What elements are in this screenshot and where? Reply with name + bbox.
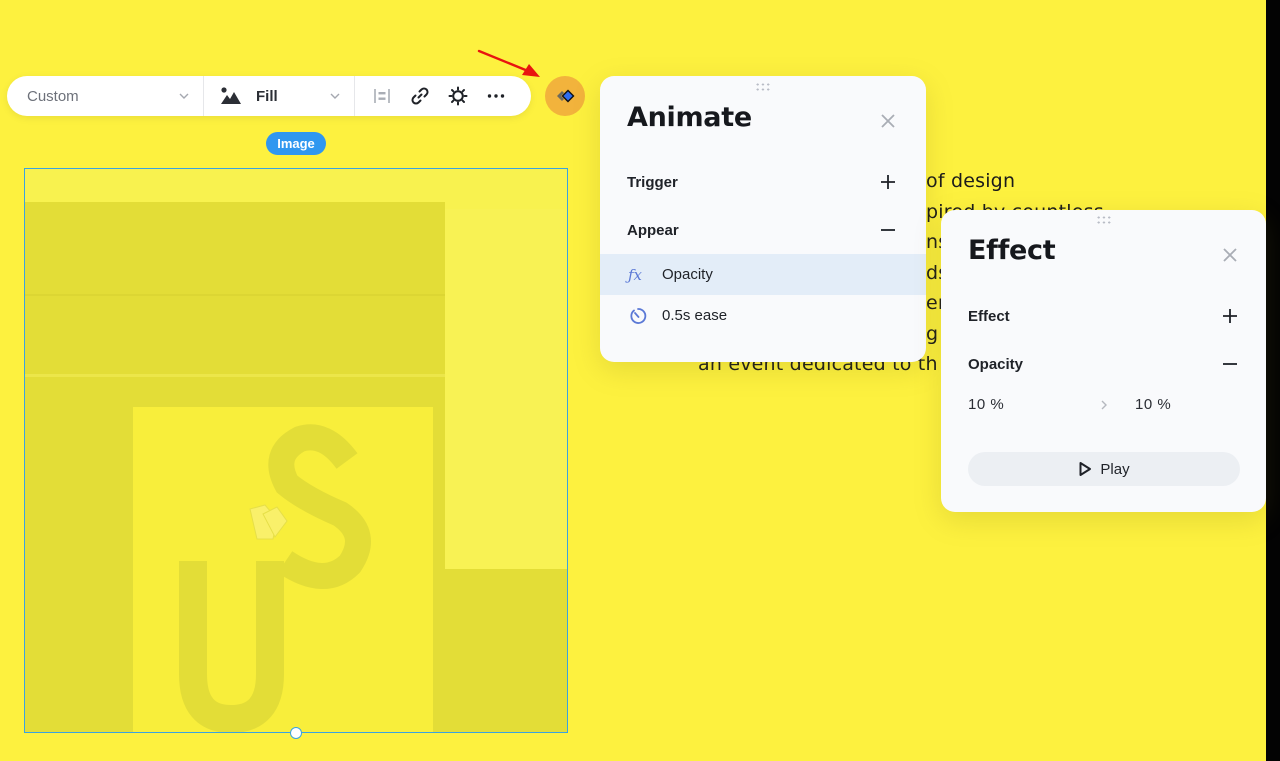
panel-title: Effect (968, 235, 1056, 266)
align-button[interactable] (371, 86, 392, 107)
plus-icon[interactable] (879, 173, 897, 191)
close-icon[interactable] (1221, 246, 1239, 264)
fit-select-value: Fill (256, 87, 278, 105)
play-icon (1079, 462, 1092, 476)
selected-image[interactable] (24, 168, 568, 733)
plus-icon[interactable] (1221, 307, 1239, 325)
animate-button[interactable] (545, 76, 585, 116)
settings-icon (448, 86, 467, 106)
chevron-down-icon (330, 93, 340, 99)
chevron-down-icon (179, 93, 189, 99)
window-edge (1266, 0, 1280, 761)
animation-item-label: 0.5s ease (662, 307, 728, 324)
animate-icon (557, 89, 575, 103)
minus-icon[interactable] (879, 221, 897, 239)
align-icon (373, 89, 390, 103)
timer-icon (630, 307, 647, 324)
element-type-badge: Image (266, 132, 326, 155)
animation-item-timing[interactable]: 0.5s ease (600, 295, 926, 336)
panel-title: Animate (627, 102, 752, 133)
chevron-right-icon (1101, 400, 1107, 410)
drag-handle[interactable] (1095, 215, 1112, 225)
image-toolbar: Custom Fill (7, 76, 531, 116)
link-icon (410, 87, 429, 105)
fx-icon: ƒx (628, 265, 643, 284)
size-select-value: Custom (27, 87, 79, 105)
fit-select[interactable]: Fill (204, 76, 355, 116)
play-button[interactable]: Play (968, 452, 1240, 486)
effect-panel: Effect Effect Opacity 10 % 10 % Play (941, 210, 1266, 512)
animate-panel: Animate Trigger Appear ƒx Opacity 0.5s e… (600, 76, 926, 362)
trigger-label: Trigger (627, 174, 678, 191)
opacity-from-input[interactable]: 10 % (968, 396, 1004, 413)
close-icon[interactable] (879, 112, 897, 130)
opacity-to-input[interactable]: 10 % (1135, 396, 1171, 413)
link-button[interactable] (409, 86, 430, 107)
appear-label: Appear (627, 222, 679, 239)
resize-handle[interactable] (290, 727, 302, 739)
animation-item-label: Opacity (662, 266, 713, 283)
play-label: Play (1100, 460, 1130, 478)
annotation-arrow (477, 49, 540, 77)
drag-handle[interactable] (755, 82, 771, 92)
opacity-label: Opacity (968, 356, 1024, 373)
image-icon (221, 87, 241, 104)
more-icon (487, 94, 504, 98)
image-content (25, 169, 567, 732)
size-select[interactable]: Custom (7, 76, 204, 116)
more-button[interactable] (485, 86, 506, 107)
effect-label: Effect (968, 308, 1010, 325)
settings-button[interactable] (447, 86, 468, 107)
animation-item-opacity[interactable]: ƒx Opacity (600, 254, 926, 295)
minus-icon[interactable] (1221, 355, 1239, 373)
